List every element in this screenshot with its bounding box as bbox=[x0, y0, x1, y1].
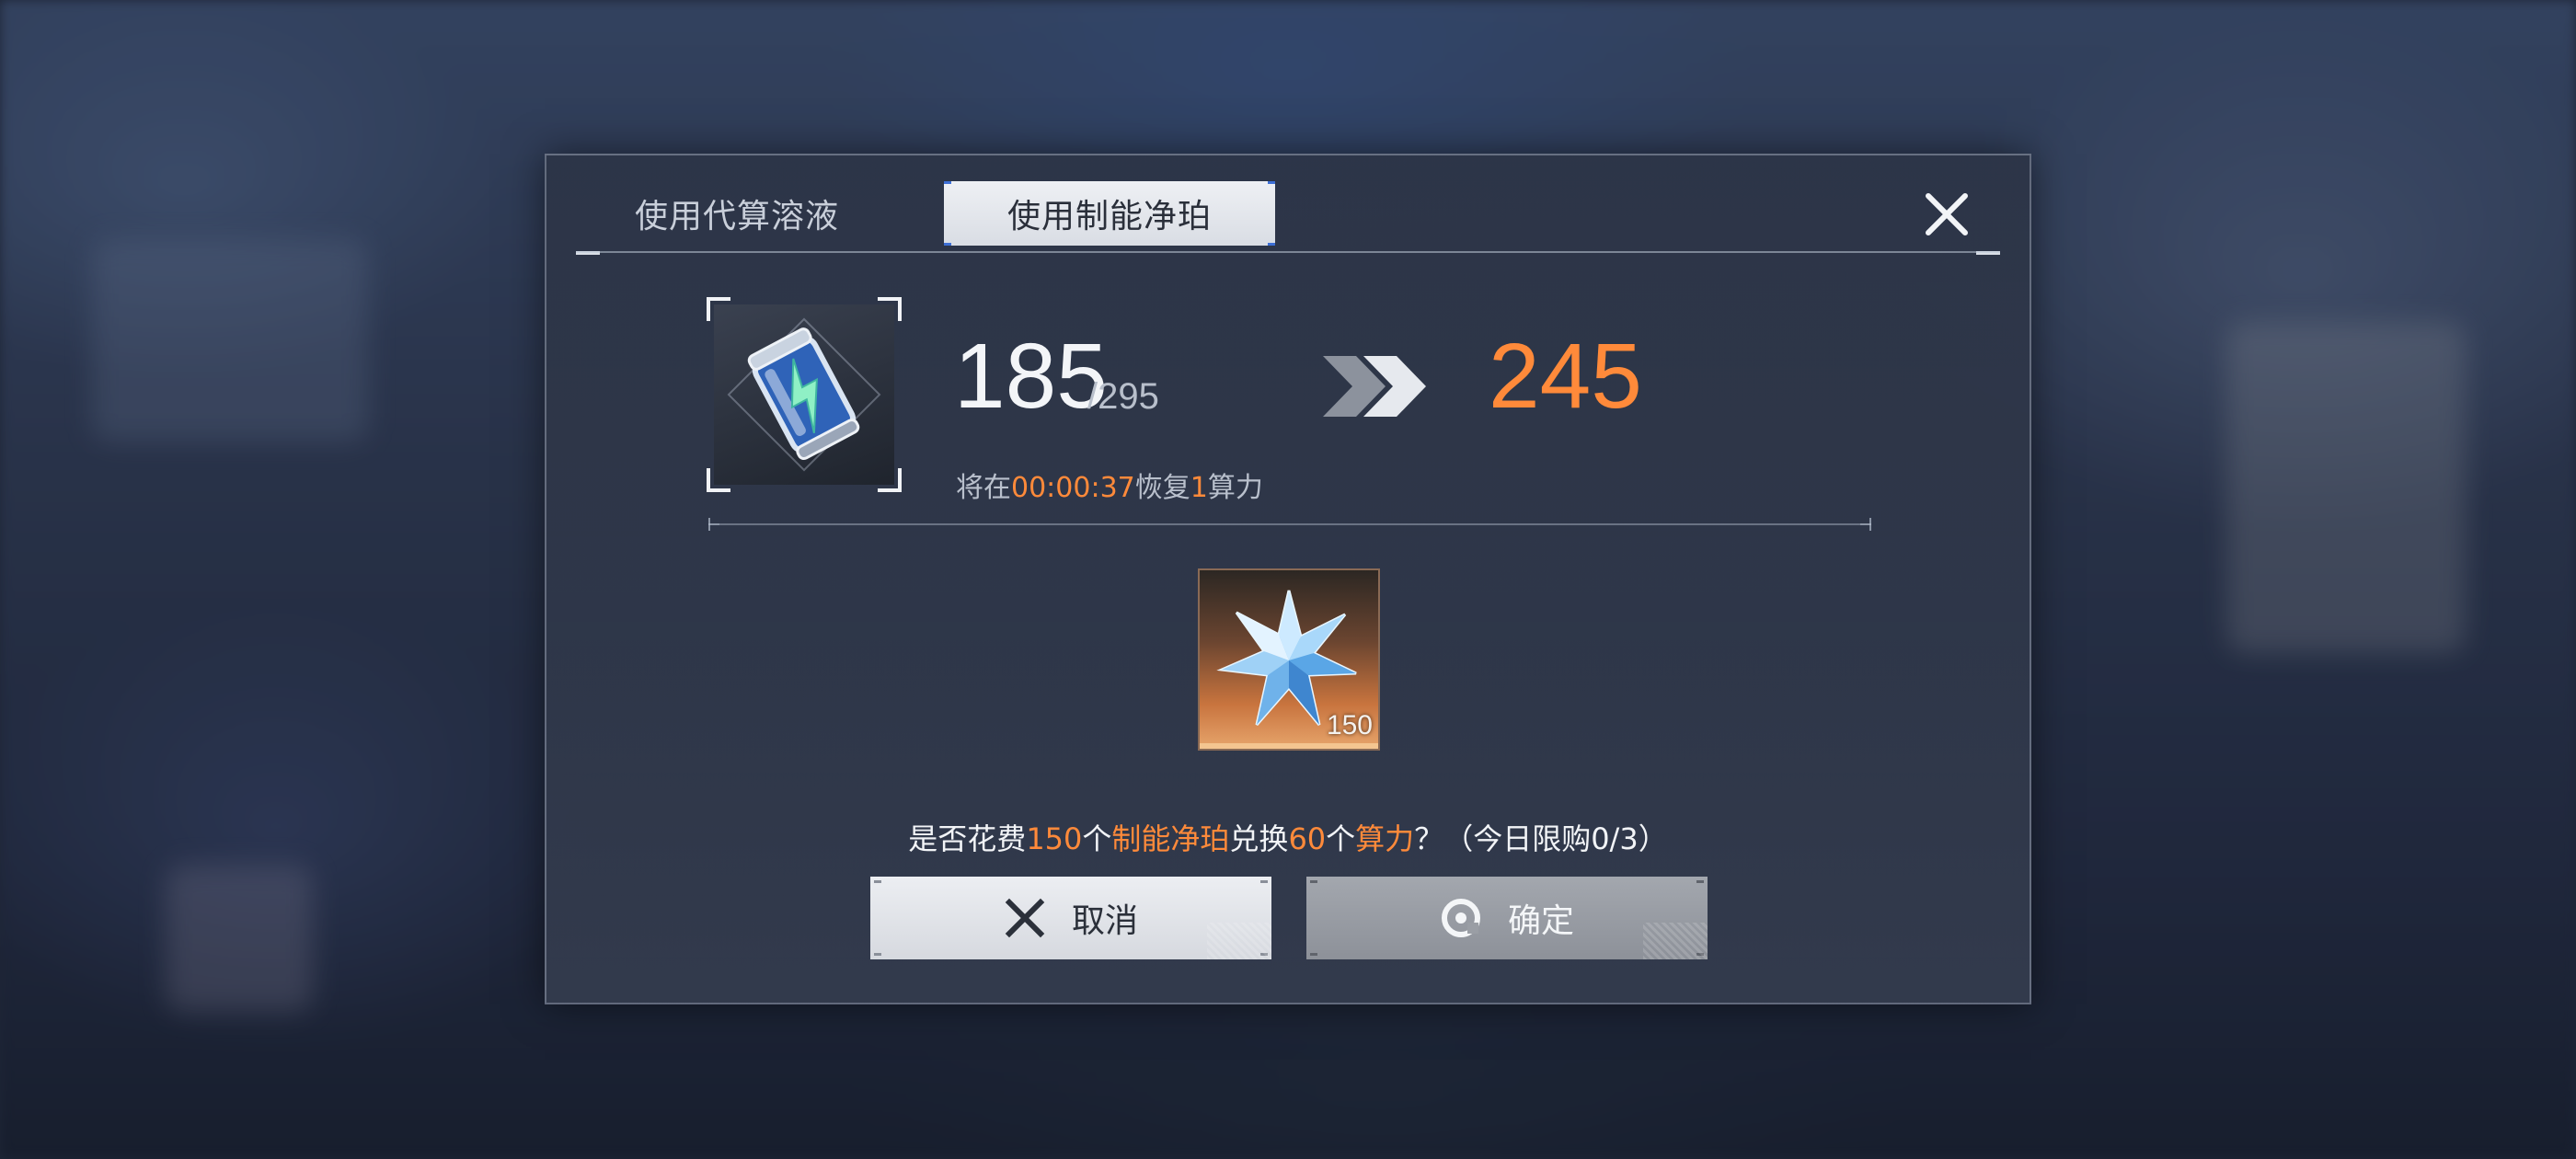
source-item-slot[interactable] bbox=[707, 297, 902, 492]
question-text: 兑换 bbox=[1229, 821, 1289, 856]
question-resource: 算力 bbox=[1355, 821, 1415, 856]
tab-bar-right-cap bbox=[1976, 251, 2000, 255]
result-power-value: 245 bbox=[1489, 325, 1642, 428]
close-icon[interactable] bbox=[1921, 189, 1972, 240]
exchange-dialog: 使用代算溶液 使用制能净珀 185 /295 245 将在00:00:37恢复1… bbox=[545, 154, 2031, 1004]
recover-suffix: 算力 bbox=[1207, 472, 1263, 504]
recovery-timer-text: 将在00:00:37恢复1算力 bbox=[956, 465, 1263, 505]
tab-marker bbox=[944, 243, 951, 246]
tab-marker bbox=[944, 181, 951, 184]
tab-bar-left-cap bbox=[576, 251, 600, 255]
recover-prefix: 将在 bbox=[956, 472, 1011, 504]
rarity-strip bbox=[1200, 743, 1378, 749]
question-item: 制能净珀 bbox=[1111, 821, 1230, 856]
cost-item-quantity: 150 bbox=[1326, 710, 1373, 740]
tab-use-crystal[interactable]: 使用制能净珀 bbox=[944, 181, 1275, 246]
current-power-value: 185 bbox=[954, 325, 1108, 428]
double-chevron-right-icon bbox=[1323, 356, 1426, 417]
question-text: 个 bbox=[1326, 821, 1356, 856]
max-power-value: /295 bbox=[1087, 376, 1159, 417]
energy-canister-icon bbox=[727, 317, 881, 472]
source-item-background bbox=[714, 304, 894, 485]
question-limit: ？（今日限购0/3） bbox=[1414, 821, 1668, 856]
tab-use-solution[interactable]: 使用代算溶液 bbox=[613, 181, 861, 246]
recover-amount: 1 bbox=[1190, 472, 1208, 504]
cancel-button[interactable]: 取消 bbox=[870, 877, 1271, 959]
section-divider bbox=[708, 518, 1871, 531]
recover-mid: 恢复 bbox=[1134, 472, 1190, 504]
button-texture bbox=[1207, 923, 1271, 959]
close-icon bbox=[1005, 898, 1045, 938]
tab-bar: 使用代算溶液 使用制能净珀 bbox=[576, 168, 2000, 255]
confirm-button-label: 确定 bbox=[1507, 902, 1574, 940]
tab-marker bbox=[1268, 181, 1275, 184]
recover-time: 00:00:37 bbox=[1011, 472, 1135, 504]
tab-marker bbox=[1268, 243, 1275, 246]
confirm-button[interactable]: 确定 bbox=[1306, 877, 1708, 959]
cost-item-slot[interactable]: 150 bbox=[1198, 568, 1380, 751]
question-cost: 150 bbox=[1026, 821, 1083, 856]
cancel-button-label: 取消 bbox=[1071, 902, 1138, 940]
question-gain: 60 bbox=[1288, 821, 1327, 856]
confirm-question: 是否花费150个制能净珀兑换60个算力？（今日限购0/3） bbox=[546, 816, 2030, 858]
question-text: 个 bbox=[1082, 821, 1112, 856]
question-text: 是否花费 bbox=[908, 821, 1027, 856]
confirm-circle-icon bbox=[1441, 899, 1480, 937]
button-texture bbox=[1643, 923, 1708, 959]
tab-use-crystal-label: 使用制能净珀 bbox=[1006, 198, 1212, 235]
